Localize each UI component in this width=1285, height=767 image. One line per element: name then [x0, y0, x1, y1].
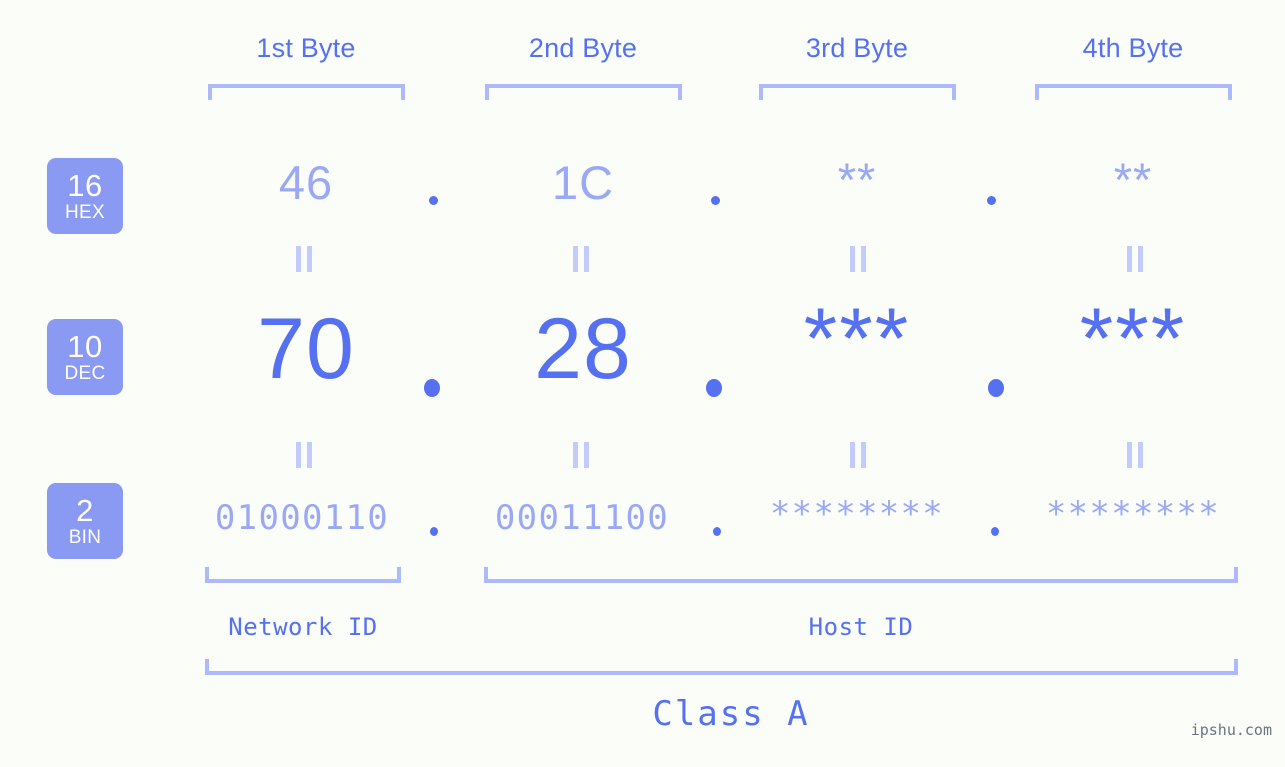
radix-badge-hex: 16 HEX: [47, 158, 123, 234]
equals-mark-hex-dec-1: [293, 246, 315, 272]
byte-bracket-2: [485, 84, 682, 100]
dec-dot-separator-2: [706, 379, 722, 397]
host-id-bracket: [484, 567, 1238, 583]
dec-dot-separator-3: [988, 379, 1004, 397]
radix-badge-bin-label: BIN: [68, 527, 102, 548]
class-label: Class A: [652, 694, 810, 734]
hex-dot-separator-1: [429, 196, 438, 205]
byte-header-2: 2nd Byte: [528, 33, 638, 63]
bin-byte-4: ********: [1045, 494, 1221, 534]
class-bracket: [205, 659, 1238, 675]
bin-byte-2: 00011100: [494, 498, 670, 538]
radix-badge-dec-label: DEC: [64, 363, 106, 384]
bin-dot-separator-3: [991, 527, 999, 536]
hex-byte-3: **: [837, 153, 877, 206]
bin-byte-1: 01000110: [214, 498, 390, 538]
byte-header-4: 4th Byte: [1082, 33, 1184, 63]
equals-mark-dec-bin-3: [847, 442, 869, 468]
equals-mark-hex-dec-3: [847, 246, 869, 272]
hex-byte-1: 46: [278, 156, 334, 209]
network-id-label: Network ID: [228, 613, 378, 641]
ip-address-breakdown-diagram: 1st Byte 2nd Byte 3rd Byte 4th Byte 16 H…: [0, 0, 1285, 767]
dec-byte-3: ***: [803, 291, 911, 387]
bin-dot-separator-2: [713, 527, 721, 536]
radix-badge-dec: 10 DEC: [47, 319, 123, 395]
radix-badge-hex-number: 16: [67, 168, 103, 203]
dec-byte-1: 70: [257, 301, 355, 397]
radix-badge-dec-number: 10: [67, 329, 103, 364]
radix-badge-bin: 2 BIN: [47, 483, 123, 559]
equals-mark-dec-bin-4: [1124, 442, 1146, 468]
equals-mark-dec-bin-2: [570, 442, 592, 468]
bin-byte-3: ********: [769, 494, 945, 534]
bin-dot-separator-1: [430, 527, 438, 536]
equals-mark-hex-dec-4: [1124, 246, 1146, 272]
hex-dot-separator-2: [711, 196, 720, 205]
dec-byte-4: ***: [1079, 291, 1187, 387]
hex-byte-4: **: [1113, 153, 1153, 206]
radix-badge-hex-label: HEX: [65, 202, 105, 223]
dec-byte-2: 28: [534, 301, 632, 397]
hex-dot-separator-3: [987, 196, 996, 205]
equals-mark-hex-dec-2: [570, 246, 592, 272]
byte-header-3: 3rd Byte: [805, 33, 909, 63]
dec-dot-separator-1: [424, 379, 440, 397]
radix-badge-bin-number: 2: [76, 493, 94, 528]
equals-mark-dec-bin-1: [293, 442, 315, 468]
hex-byte-2: 1C: [551, 156, 615, 209]
host-id-label: Host ID: [808, 613, 914, 641]
byte-header-1: 1st Byte: [256, 33, 356, 63]
site-watermark: ipshu.com: [1190, 721, 1272, 739]
network-id-bracket: [205, 567, 401, 583]
byte-bracket-1: [208, 84, 405, 100]
byte-bracket-4: [1035, 84, 1232, 100]
byte-bracket-3: [759, 84, 956, 100]
